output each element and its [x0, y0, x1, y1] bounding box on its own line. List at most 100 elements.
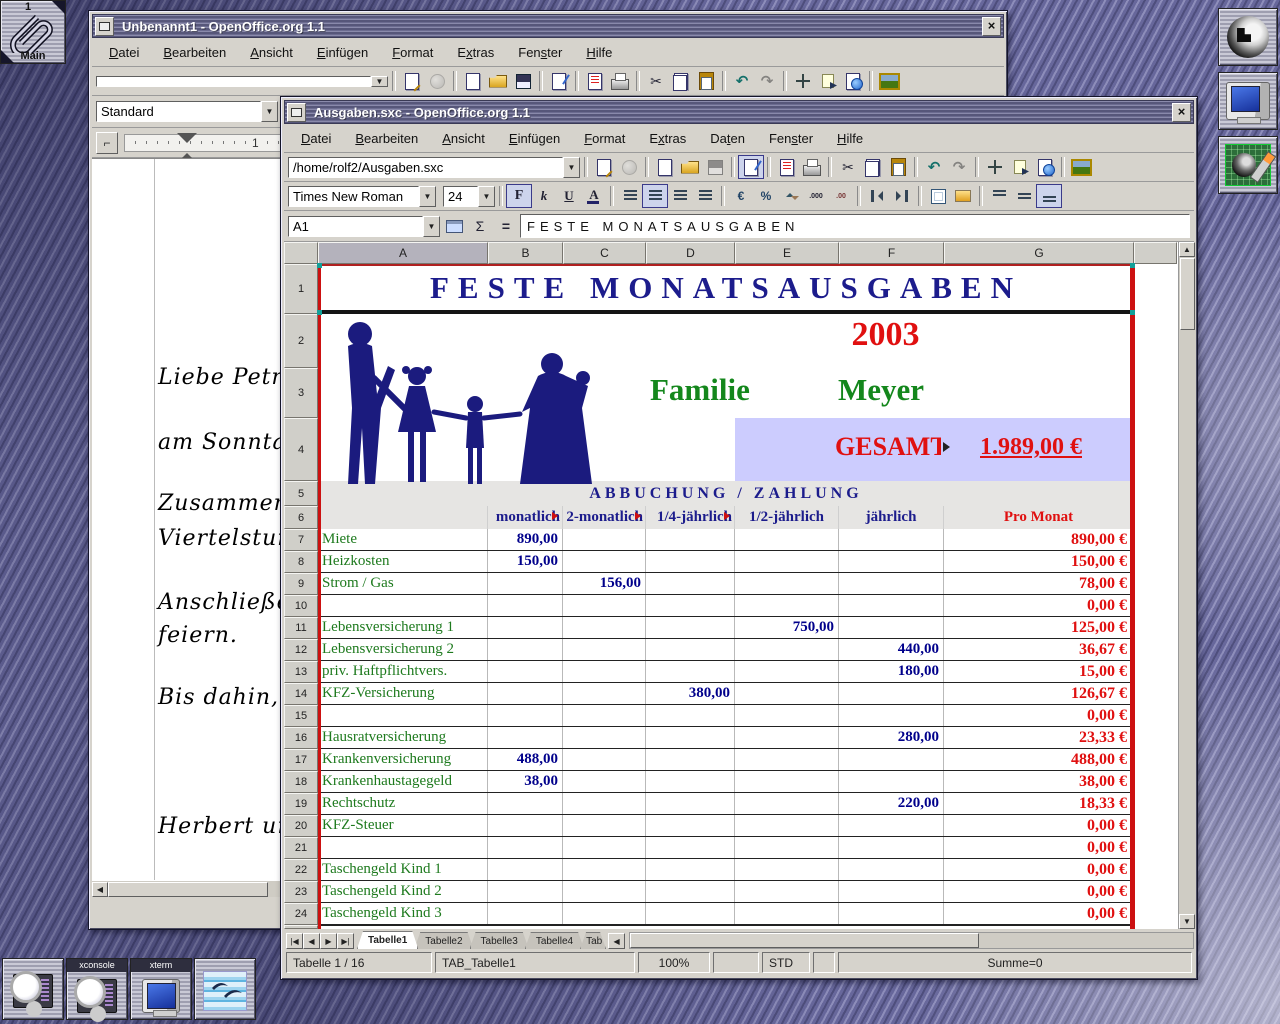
menu-format[interactable]: Format	[573, 128, 636, 149]
cell-D11[interactable]	[646, 617, 735, 638]
writer-titlebar[interactable]: Unbenannt1 - OpenOffice.org 1.1	[92, 14, 1004, 38]
align-right-icon[interactable]	[668, 185, 692, 207]
cell-G22[interactable]: 0,00 €	[944, 859, 1134, 880]
column-header-F[interactable]: F	[839, 242, 944, 264]
row-header-23[interactable]: 23	[284, 881, 318, 903]
vertical-scrollbar[interactable]: ▲ ▼	[1178, 242, 1196, 929]
cell-D7[interactable]	[646, 529, 735, 550]
paste-icon[interactable]	[694, 70, 718, 92]
column-header-B[interactable]: B	[488, 242, 563, 264]
cell-F21[interactable]	[839, 837, 944, 858]
row-header-15[interactable]: 15	[284, 705, 318, 727]
new-icon[interactable]	[461, 70, 485, 92]
cell-E24[interactable]	[735, 903, 839, 924]
cell-F24[interactable]	[839, 903, 944, 924]
close-icon[interactable]	[1172, 103, 1191, 122]
cell-D18[interactable]	[646, 771, 735, 792]
cell-E15[interactable]	[735, 705, 839, 726]
selection-handle[interactable]	[317, 263, 322, 268]
cell-reference-value[interactable]: A1	[288, 216, 423, 237]
cell-F9[interactable]	[839, 573, 944, 594]
indent-less-icon[interactable]	[865, 185, 889, 207]
cell-F13[interactable]: 180,00	[839, 661, 944, 682]
row-header-22[interactable]: 22	[284, 859, 318, 881]
menu-extras[interactable]: Extras	[638, 128, 697, 149]
grid-corner[interactable]	[284, 242, 318, 264]
menu-extras[interactable]: Extras	[446, 42, 505, 63]
paste-icon[interactable]	[886, 156, 910, 178]
row-header-17[interactable]: 17	[284, 749, 318, 771]
row-header-9[interactable]: 9	[284, 573, 318, 595]
align-center-icon[interactable]	[643, 185, 667, 207]
print-icon[interactable]	[608, 70, 632, 92]
cell-E20[interactable]	[735, 815, 839, 836]
row-header-5[interactable]: 5	[284, 481, 318, 506]
cell-E16[interactable]	[735, 727, 839, 748]
gallery-pointer-icon[interactable]	[816, 70, 840, 92]
cell-E12[interactable]	[735, 639, 839, 660]
window-menu-icon[interactable]	[287, 103, 306, 122]
cell-D20[interactable]	[646, 815, 735, 836]
writer-url-field[interactable]	[96, 76, 371, 87]
function-wizard-icon[interactable]	[442, 215, 466, 237]
cell-E18[interactable]	[735, 771, 839, 792]
cell-D15[interactable]	[646, 705, 735, 726]
hyperlink-icon[interactable]	[1033, 156, 1057, 178]
cell-B19[interactable]	[488, 793, 563, 814]
cell-E13[interactable]	[735, 661, 839, 682]
scroll-up-icon[interactable]: ▲	[1179, 242, 1195, 257]
cell-B7[interactable]: 890,00	[488, 529, 563, 550]
scrollbar-thumb[interactable]	[108, 882, 268, 897]
cell-G20[interactable]: 0,00 €	[944, 815, 1134, 836]
align-middle-icon[interactable]	[1012, 185, 1036, 207]
cell-C22[interactable]	[563, 859, 646, 880]
print-icon[interactable]	[800, 156, 824, 178]
cell-D13[interactable]	[646, 661, 735, 682]
cell-D22[interactable]	[646, 859, 735, 880]
align-bottom-icon[interactable]	[1037, 185, 1061, 207]
row-header-20[interactable]: 20	[284, 815, 318, 837]
cell-A22[interactable]: Taschengeld Kind 1	[318, 859, 488, 880]
cell-A11[interactable]: Lebensversicherung 1	[318, 617, 488, 638]
cell-F18[interactable]	[839, 771, 944, 792]
background-icon[interactable]	[951, 185, 975, 207]
status-mode[interactable]: STD	[762, 952, 810, 973]
sum-icon[interactable]	[468, 215, 492, 237]
hyperlink-icon[interactable]	[841, 70, 865, 92]
next-sheet-icon[interactable]: ▶	[320, 933, 337, 949]
menu-fenster[interactable]: Fenster	[758, 128, 824, 149]
cell-A7[interactable]: Miete	[318, 529, 488, 550]
cell-A12[interactable]: Lebensversicherung 2	[318, 639, 488, 660]
font-size-value[interactable]: 24	[443, 186, 478, 207]
column-header-A[interactable]: A	[318, 242, 488, 264]
scroll-left-icon[interactable]: ◀	[92, 882, 108, 897]
taskbar-button-magnifier[interactable]	[2, 958, 64, 1020]
cell-F11[interactable]	[839, 617, 944, 638]
tab-scroll-left-icon[interactable]: ◀	[608, 933, 625, 949]
cell-E22[interactable]	[735, 859, 839, 880]
taskbar-button-xconsole[interactable]: xconsole	[66, 958, 128, 1020]
cell-B17[interactable]: 488,00	[488, 749, 563, 770]
cell-F7[interactable]	[839, 529, 944, 550]
cell-D10[interactable]	[646, 595, 735, 616]
row-header-21[interactable]: 21	[284, 837, 318, 859]
redo-icon[interactable]	[755, 70, 779, 92]
cell-F22[interactable]	[839, 859, 944, 880]
new-doc-icon[interactable]	[400, 70, 424, 92]
cut-icon[interactable]	[836, 156, 860, 178]
cell-E10[interactable]	[735, 595, 839, 616]
cell-G16[interactable]: 23,33 €	[944, 727, 1134, 748]
cell-C20[interactable]	[563, 815, 646, 836]
fvwm-main-button[interactable]: 1 Main	[0, 0, 66, 64]
cell-G7[interactable]: 890,00 €	[944, 529, 1134, 550]
navigator-icon[interactable]	[791, 70, 815, 92]
cell-A9[interactable]: Strom / Gas	[318, 573, 488, 594]
cut-icon[interactable]	[644, 70, 668, 92]
cell-C9[interactable]: 156,00	[563, 573, 646, 594]
export-pdf-icon[interactable]	[775, 156, 799, 178]
cell-E17[interactable]	[735, 749, 839, 770]
header-image-rows[interactable]: 2003 Familie Meyer GESAMT 1.989,00 €	[318, 314, 1177, 481]
stop-icon[interactable]	[425, 70, 449, 92]
cell-E7[interactable]	[735, 529, 839, 550]
selection-handle[interactable]	[317, 310, 322, 315]
